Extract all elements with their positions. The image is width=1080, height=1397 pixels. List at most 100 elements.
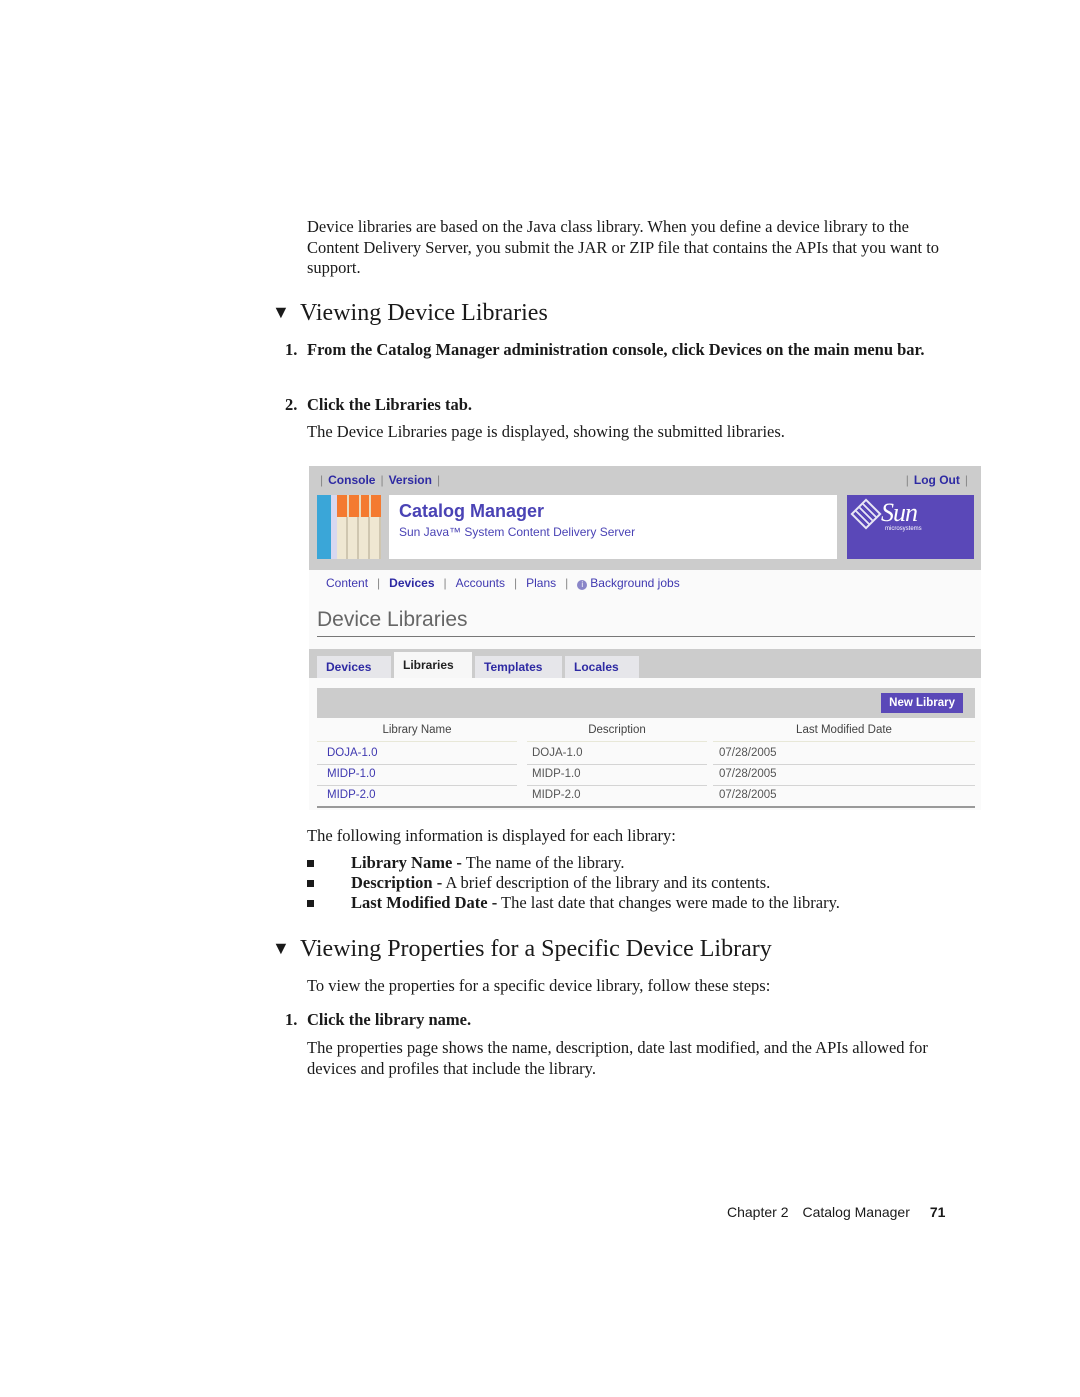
separator: | (436, 473, 441, 487)
step-number: 2. (285, 395, 298, 414)
section-heading-viewing-properties: ▼ Viewing Properties for a Specific Devic… (272, 934, 772, 963)
footer-chapter: Chapter 2 (727, 1204, 789, 1220)
step-text: Click the Libraries tab. (307, 395, 472, 414)
tab-templates[interactable]: Templates (475, 656, 562, 678)
main-menu-bar: Content | Devices | Accounts | Plans | i Backgrou… (326, 576, 680, 590)
section-heading-text: Viewing Device Libraries (300, 300, 548, 326)
library-name-link[interactable]: MIDP-2.0 (327, 789, 376, 801)
nav-accounts[interactable]: Accounts (456, 576, 505, 590)
triangle-down-icon: ▼ (272, 302, 290, 322)
library-description: MIDP-1.0 (532, 768, 581, 780)
library-modified-date: 07/28/2005 (719, 789, 777, 801)
triangle-down-icon: ▼ (272, 938, 290, 958)
list-item: Library Name - The name of the library. (307, 853, 989, 873)
step-number: 1. (285, 340, 298, 359)
tab-bar: Devices Libraries Templates Locales (309, 649, 981, 678)
console-link[interactable]: Console (328, 473, 375, 487)
page-title: Device Libraries (317, 608, 468, 631)
separator: | (320, 473, 324, 487)
bullet-description: The name of the library. (461, 853, 625, 872)
app-title-box: Catalog Manager Sun Java™ System Content… (389, 495, 837, 559)
device-libraries-screenshot: | Console | Version | | Log Out | Catalog Mana… (309, 466, 981, 810)
separator: | (380, 473, 384, 487)
table-bottom-rule (317, 806, 975, 808)
header-underline (317, 741, 517, 742)
bullet-description: The last date that changes were made to … (497, 893, 840, 912)
library-modified-date: 07/28/2005 (719, 747, 777, 759)
bullet-square-icon (307, 900, 314, 907)
sun-microsystems-text: microsystems (885, 526, 922, 532)
product-image (317, 495, 381, 559)
footer-title: Catalog Manager (802, 1204, 910, 1220)
bullet-term: Last Modified Date - (351, 893, 498, 912)
bullet-square-icon (307, 880, 314, 887)
section2-intro: To view the properties for a specific de… (307, 976, 771, 995)
step-result: The properties page shows the name, desc… (307, 1038, 928, 1078)
utility-bar-left: | Console | Version | (315, 473, 445, 487)
column-header-last-modified[interactable]: Last Modified Date (713, 724, 975, 736)
library-description: MIDP-2.0 (532, 789, 581, 801)
nav-background-jobs[interactable]: i Background jobs (577, 576, 680, 590)
sun-logo-icon (850, 498, 882, 530)
column-header-library-name[interactable]: Library Name (317, 724, 517, 736)
nav-background-jobs-label: Background jobs (590, 576, 680, 590)
separator: | (964, 473, 968, 487)
header-underline (527, 741, 707, 742)
new-library-button[interactable]: New Library (881, 693, 963, 713)
nav-content[interactable]: Content (326, 576, 368, 590)
log-out-link[interactable]: Log Out (914, 473, 960, 487)
bullet-term: Library Name - (351, 853, 462, 872)
tab-libraries[interactable]: Libraries (394, 652, 472, 678)
info-intro: The following information is displayed f… (307, 826, 676, 845)
info-circle-icon: i (577, 580, 588, 590)
sun-wordmark: Sun (881, 498, 918, 527)
page-number: 71 (929, 1204, 946, 1220)
separator: | (565, 576, 569, 590)
row-divider (713, 764, 975, 765)
app-subtitle: Sun Java™ System Content Delivery Server (399, 525, 636, 539)
info-bullet-list: Library Name - The name of the library. … (307, 853, 989, 913)
list-item: Last Modified Date - The last date that … (307, 893, 989, 913)
version-link[interactable]: Version (389, 473, 432, 487)
header-underline (713, 741, 975, 742)
library-name-link[interactable]: MIDP-1.0 (327, 768, 376, 780)
step-text: From the Catalog Manager administration … (307, 340, 925, 359)
section-heading-text: Viewing Properties for a Specific Device… (300, 936, 772, 962)
intro-paragraph: Device libraries are based on the Java c… (307, 217, 940, 277)
tab-locales[interactable]: Locales (565, 656, 639, 678)
row-divider (713, 785, 975, 786)
nav-devices[interactable]: Devices (389, 576, 434, 590)
procedure-step-1: 1. Click the library name. (285, 1010, 965, 1031)
bullet-square-icon (307, 860, 314, 867)
row-divider (527, 785, 707, 786)
procedure-step-1: 1. From the Catalog Manager administratio… (285, 340, 965, 361)
step-text: Click the library name. (307, 1010, 472, 1029)
bullet-description: A brief description of the library and i… (442, 873, 771, 892)
library-name-link[interactable]: DOJA-1.0 (327, 747, 378, 759)
separator: | (377, 576, 381, 590)
table-action-bar: New Library (317, 688, 975, 718)
step-result: The Device Libraries page is displayed, … (307, 422, 785, 441)
title-divider (317, 636, 975, 637)
row-divider (317, 764, 517, 765)
procedure-step-2: 2. Click the Libraries tab. (285, 395, 965, 416)
library-description: DOJA-1.0 (532, 747, 583, 759)
page-footer: Chapter 2 Catalog Manager 71 (727, 1204, 945, 1220)
sun-logo-box: Sun microsystems (847, 495, 974, 559)
row-divider (527, 764, 707, 765)
row-divider (317, 785, 517, 786)
column-header-description[interactable]: Description (527, 724, 707, 736)
separator: | (443, 576, 447, 590)
list-item: Description - A brief description of the… (307, 873, 989, 893)
bullet-term: Description - (351, 873, 443, 892)
utility-bar-right: | Log Out | (901, 473, 973, 487)
step-number: 1. (285, 1010, 298, 1029)
separator: | (514, 576, 518, 590)
tab-devices[interactable]: Devices (317, 656, 391, 678)
section-heading-viewing-device-libraries: ▼ Viewing Device Libraries (272, 298, 548, 327)
app-title: Catalog Manager (399, 501, 545, 521)
masthead: | Console | Version | | Log Out | Catalog Mana… (309, 466, 981, 570)
library-modified-date: 07/28/2005 (719, 768, 777, 780)
separator: | (905, 473, 909, 487)
nav-plans[interactable]: Plans (526, 576, 556, 590)
